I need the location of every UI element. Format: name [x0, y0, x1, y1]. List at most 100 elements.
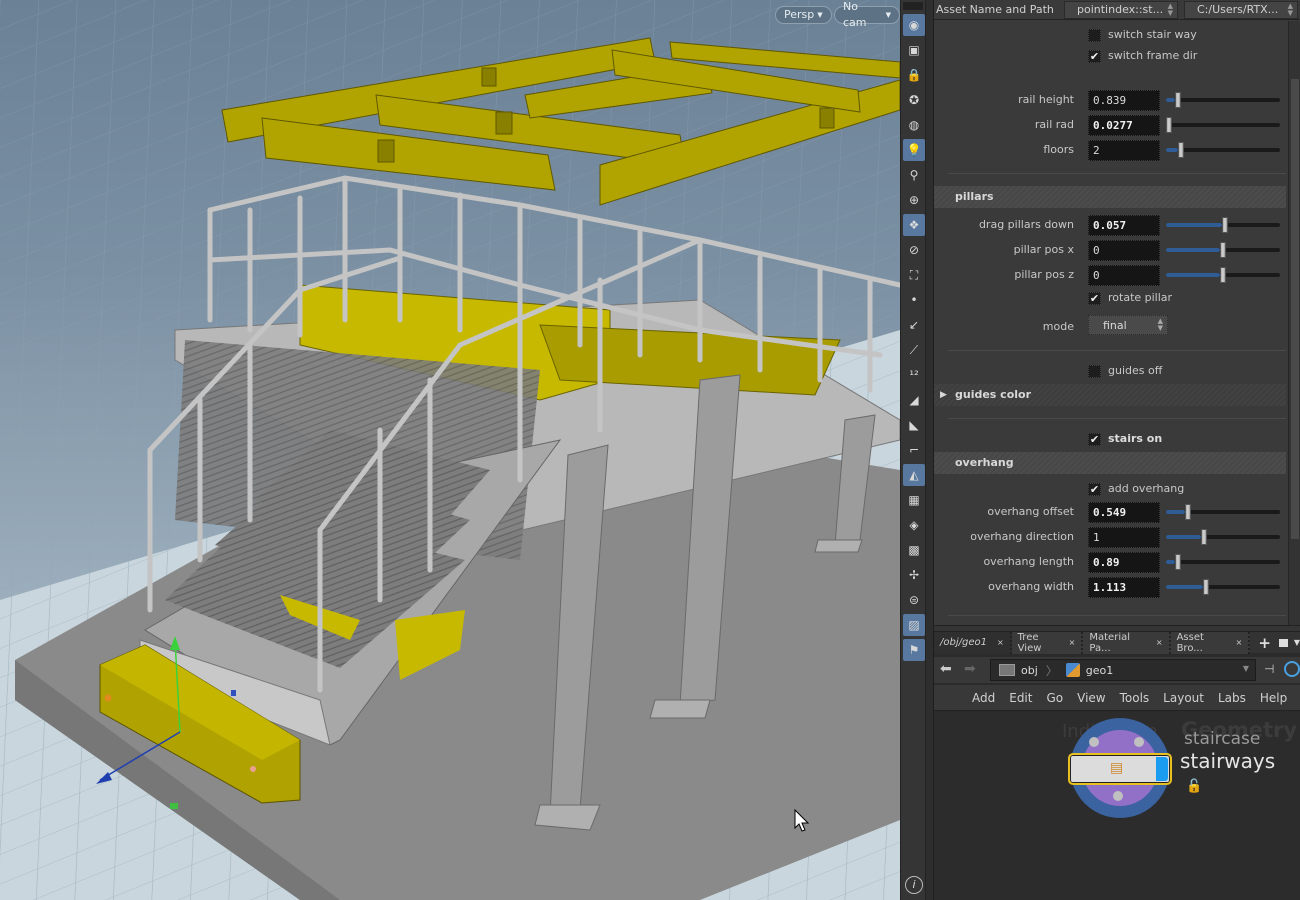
asset-path-select[interactable]: C:/Users/RTX... ▲ ▼: [1184, 0, 1298, 19]
point-markers-icon[interactable]: ⟋: [903, 339, 925, 361]
pin-icon[interactable]: ⊣: [1264, 662, 1274, 676]
asset-name-select[interactable]: pointindex::st... ▲ ▼: [1064, 0, 1178, 19]
close-tab-icon[interactable]: ×: [997, 638, 1004, 647]
add-tab-button[interactable]: +: [1258, 634, 1271, 652]
slider-handle[interactable]: [1175, 554, 1181, 570]
path-dropdown-icon[interactable]: ▼: [1243, 664, 1249, 673]
menu-add[interactable]: Add: [972, 691, 995, 705]
floors-slider[interactable]: [1166, 142, 1280, 158]
rotate-pillar-checkbox[interactable]: ✔: [1088, 292, 1101, 305]
display-options-icon[interactable]: ◉: [903, 14, 925, 36]
display-flag[interactable]: [1156, 757, 1168, 781]
visibility-icon[interactable]: ⊘: [903, 239, 925, 261]
overhang-direction-slider[interactable]: [1166, 529, 1280, 545]
info-icon[interactable]: i: [905, 876, 923, 894]
overhang-length-field[interactable]: 0.89: [1088, 552, 1160, 573]
pillar-pos-z-field[interactable]: 0: [1088, 265, 1160, 286]
camera-menu[interactable]: No cam ▼: [834, 0, 900, 29]
slider-handle[interactable]: [1220, 267, 1226, 283]
mode-select[interactable]: final ▲ ▼: [1088, 315, 1168, 335]
view-mode-menu[interactable]: Persp ▼: [775, 6, 832, 24]
close-tab-icon[interactable]: ×: [1156, 638, 1163, 647]
pane-splitter[interactable]: [926, 0, 934, 900]
node-input-connector[interactable]: [1134, 737, 1144, 747]
point-numbers-icon[interactable]: ¹²: [903, 364, 925, 386]
menu-labs[interactable]: Labs: [1218, 691, 1246, 705]
scene-viewport[interactable]: Persp ▼ No cam ▼: [0, 0, 900, 900]
overhang-width-field[interactable]: 1.113: [1088, 577, 1160, 598]
overhang-length-slider[interactable]: [1166, 554, 1280, 570]
templates-icon[interactable]: ◈: [903, 514, 925, 536]
parameter-scrollbar[interactable]: [1288, 21, 1300, 625]
tab-obj-geo1[interactable]: /obj/geo1 ×: [934, 631, 1012, 654]
node-input-connector[interactable]: [1089, 737, 1099, 747]
guides-off-checkbox[interactable]: [1088, 365, 1101, 378]
primitive-numbers-icon[interactable]: ◣: [903, 414, 925, 436]
pillars-folder[interactable]: pillars: [934, 186, 1286, 208]
link-icon[interactable]: [1284, 661, 1300, 677]
tab-asset-browser[interactable]: Asset Bro... ×: [1170, 631, 1251, 654]
rail-height-slider[interactable]: [1166, 92, 1280, 108]
node-body[interactable]: ▤: [1068, 753, 1172, 785]
pillar-pos-z-slider[interactable]: [1166, 267, 1280, 283]
node-output-connector[interactable]: [1113, 791, 1123, 801]
unlocked-icon[interactable]: 🔓: [1186, 779, 1202, 794]
points-icon[interactable]: •: [903, 289, 925, 311]
floors-field[interactable]: 2: [1088, 140, 1160, 161]
menu-edit[interactable]: Edit: [1009, 691, 1032, 705]
forward-arrow-icon[interactable]: ➡: [964, 661, 976, 677]
location-pin-icon[interactable]: ⚑: [903, 639, 925, 661]
display-set-icon[interactable]: ⛶: [903, 264, 925, 286]
overhang-offset-field[interactable]: 0.549: [1088, 502, 1160, 523]
safe-area-icon[interactable]: ⊜: [903, 589, 925, 611]
rail-height-field[interactable]: 0.839: [1088, 90, 1160, 111]
uv-checker-icon[interactable]: ▦: [903, 489, 925, 511]
crumb-obj[interactable]: obj: [991, 664, 1046, 677]
high-quality-light-icon[interactable]: ⊕: [903, 189, 925, 211]
slider-handle[interactable]: [1222, 217, 1228, 233]
origin-axes-icon[interactable]: ✢: [903, 564, 925, 586]
switch-stair-way-checkbox[interactable]: [1088, 29, 1101, 42]
scrollbar-thumb[interactable]: [1291, 79, 1299, 539]
scene-render[interactable]: [0, 0, 900, 900]
rail-rad-slider[interactable]: [1166, 117, 1280, 133]
overhang-offset-slider[interactable]: [1166, 504, 1280, 520]
slider-handle[interactable]: [1178, 142, 1184, 158]
drag-pillars-down-field[interactable]: 0.057: [1088, 215, 1160, 236]
backface-icon[interactable]: ◭: [903, 464, 925, 486]
normal-light-icon[interactable]: ⚲: [903, 164, 925, 186]
network-canvas[interactable]: Indirection Geometry ▤ staircase stairwa…: [934, 711, 1300, 900]
tab-tree-view[interactable]: Tree View ×: [1011, 631, 1084, 654]
maximize-pane-icon[interactable]: [1278, 638, 1288, 647]
headlight-icon[interactable]: ✪: [903, 89, 925, 111]
pillar-pos-x-field[interactable]: 0: [1088, 240, 1160, 261]
background-image-icon[interactable]: ▨: [903, 614, 925, 636]
toolbar-menu-handle[interactable]: [903, 2, 923, 10]
shading-icon[interactable]: ❖: [903, 214, 925, 236]
slider-handle[interactable]: [1185, 504, 1191, 520]
point-normals-icon[interactable]: ↙: [903, 314, 925, 336]
guide-geometry-icon[interactable]: ▩: [903, 539, 925, 561]
close-tab-icon[interactable]: ×: [1236, 638, 1243, 647]
slider-handle[interactable]: [1166, 117, 1172, 133]
slider-handle[interactable]: [1175, 92, 1181, 108]
menu-help[interactable]: Help: [1260, 691, 1287, 705]
drag-pillars-down-slider[interactable]: [1166, 217, 1280, 233]
menu-layout[interactable]: Layout: [1163, 691, 1204, 705]
guides-color-folder[interactable]: ▶ guides color: [934, 384, 1286, 406]
menu-tools[interactable]: Tools: [1120, 691, 1150, 705]
add-overhang-checkbox[interactable]: ✔: [1088, 483, 1101, 496]
overhang-width-slider[interactable]: [1166, 579, 1280, 595]
pillar-pos-x-slider[interactable]: [1166, 242, 1280, 258]
edge-icon[interactable]: ⌐: [903, 439, 925, 461]
crumb-geo1[interactable]: geo1: [1058, 663, 1121, 677]
slider-handle[interactable]: [1201, 529, 1207, 545]
overhang-direction-field[interactable]: 1: [1088, 527, 1160, 548]
close-tab-icon[interactable]: ×: [1069, 638, 1076, 647]
stairs-on-checkbox[interactable]: ✔: [1088, 433, 1101, 446]
slider-handle[interactable]: [1203, 579, 1209, 595]
primitive-normals-icon[interactable]: ◢: [903, 389, 925, 411]
switch-frame-dir-checkbox[interactable]: ✔: [1088, 50, 1101, 63]
ghost-other-objects-icon[interactable]: ▣: [903, 39, 925, 61]
node-name-label[interactable]: stairways: [1180, 749, 1275, 773]
